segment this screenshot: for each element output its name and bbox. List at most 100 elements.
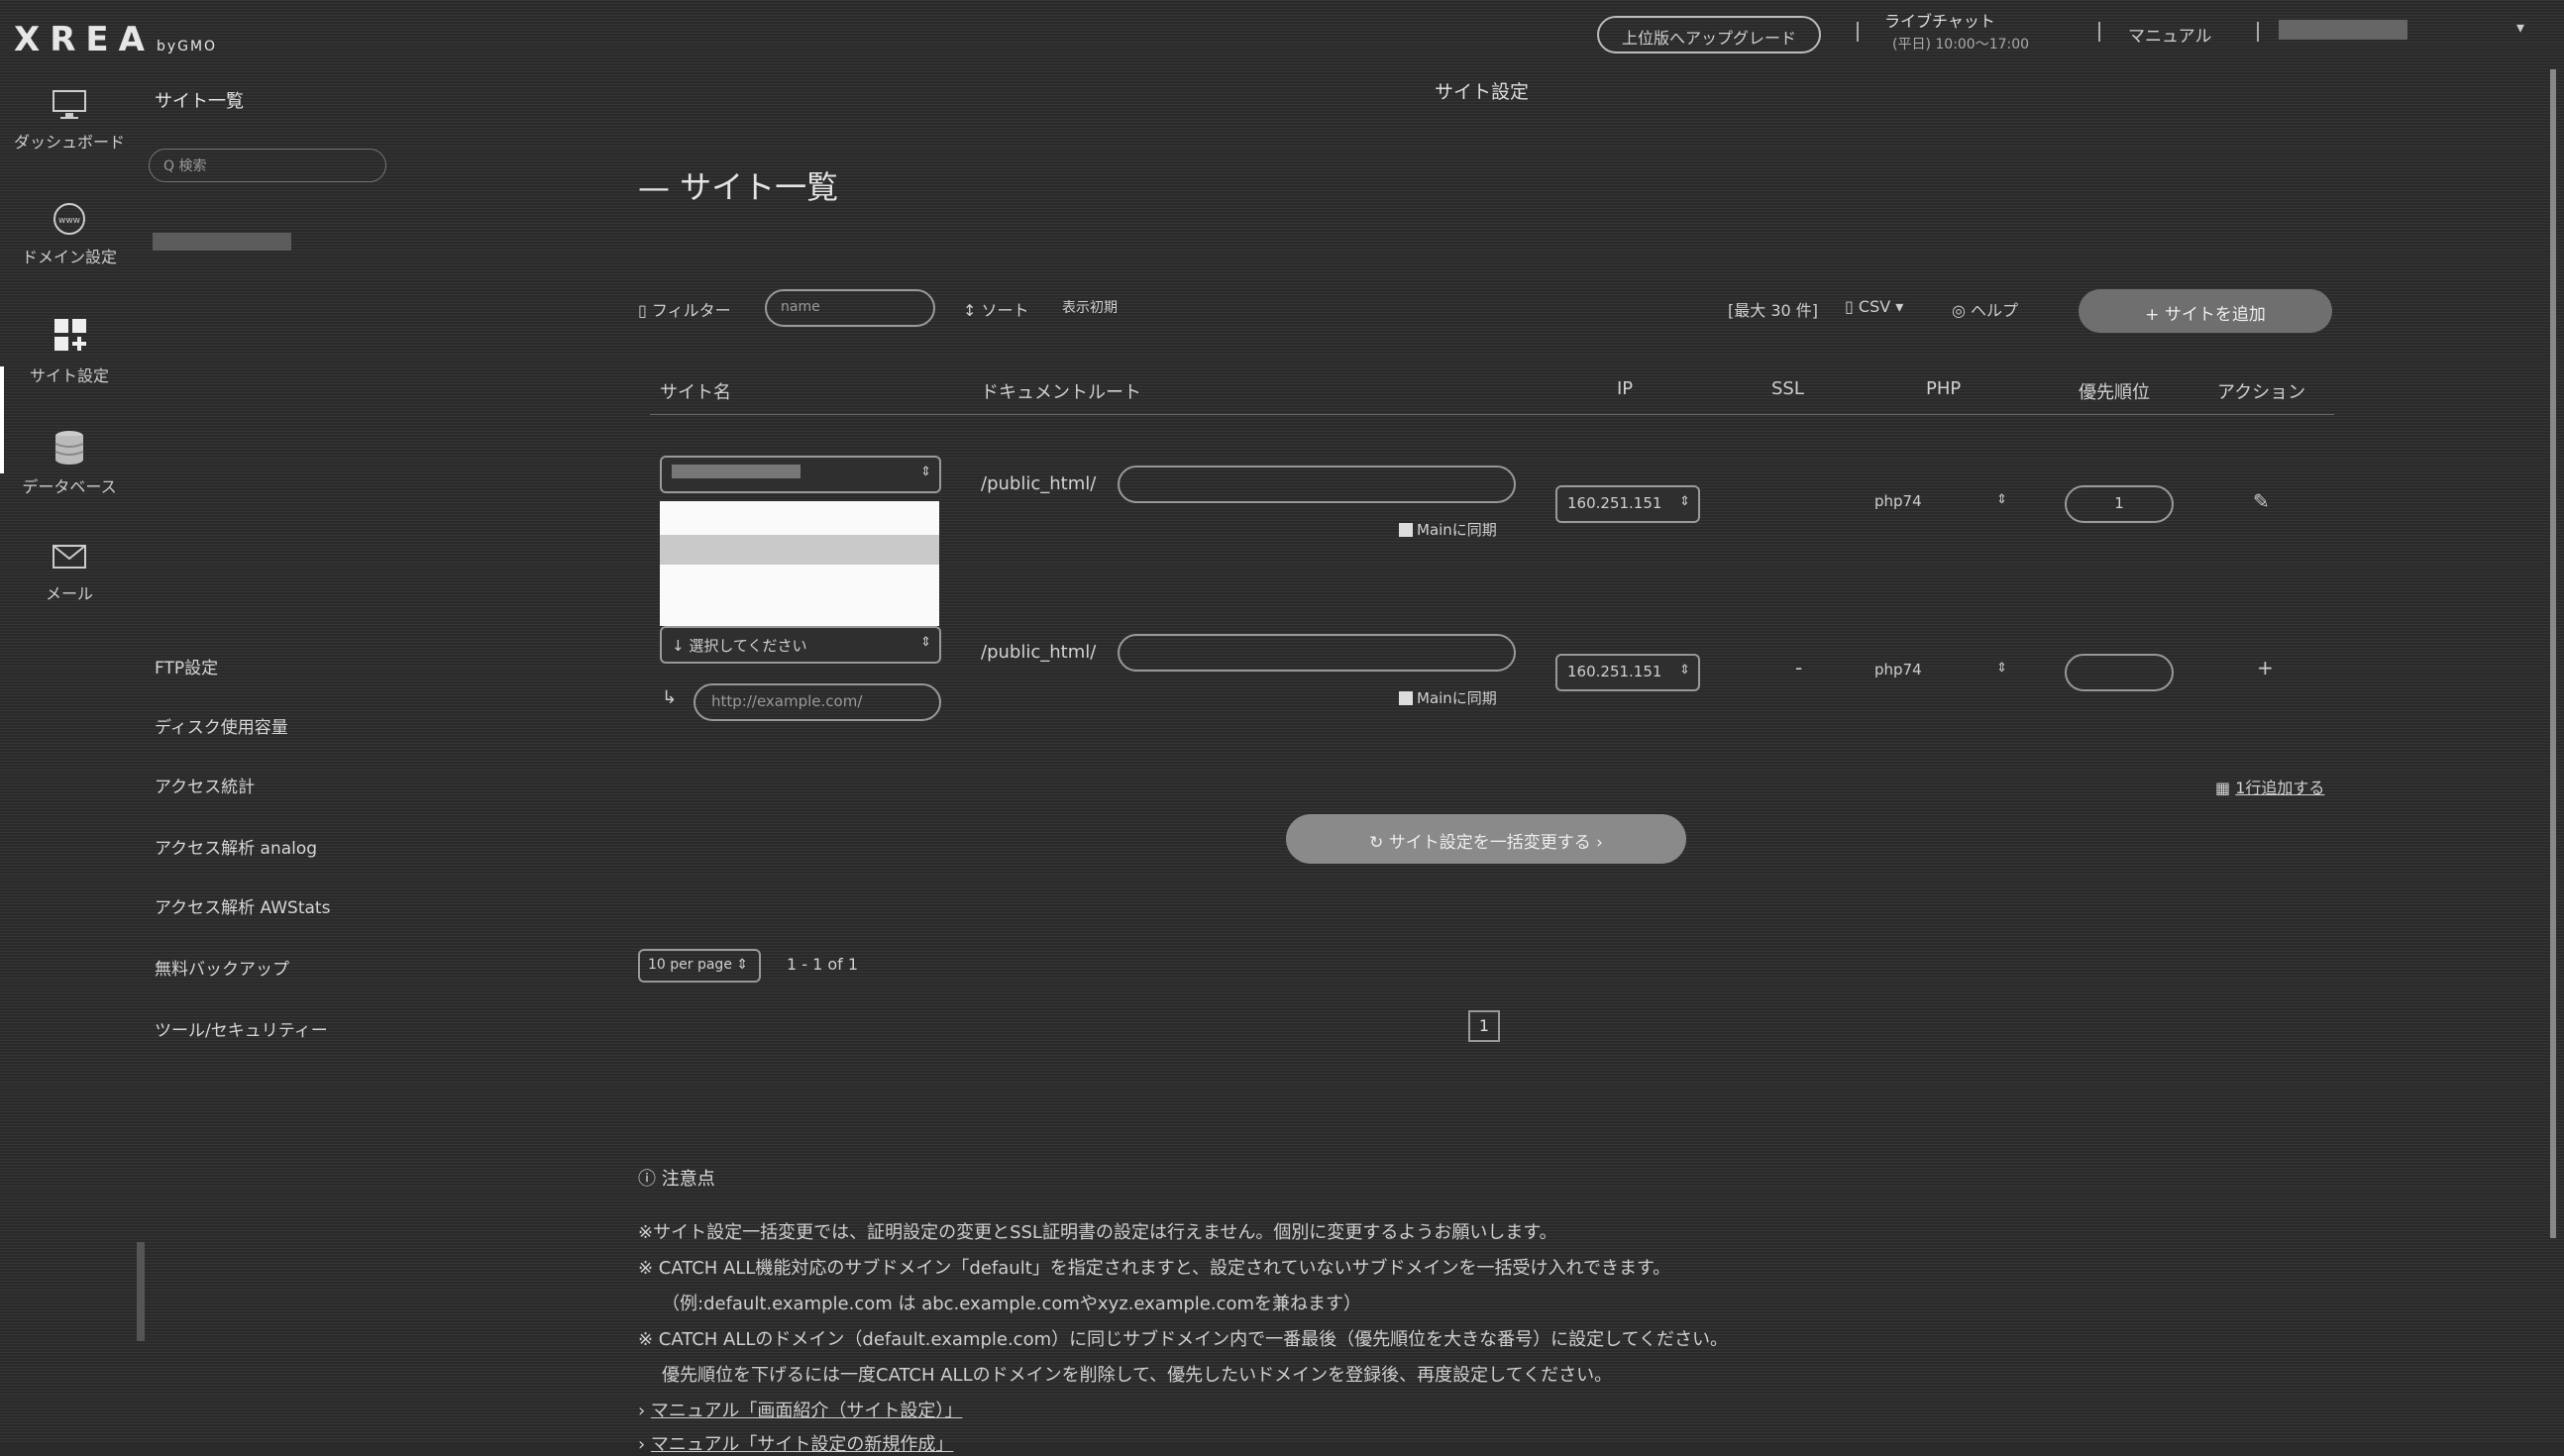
rail-item-site-settings[interactable]: サイト設定 xyxy=(0,317,139,386)
php-select[interactable]: php74 ⇕ xyxy=(1865,485,2015,523)
sync-main-checkbox[interactable]: Mainに同期 xyxy=(1399,519,1497,540)
top-bar: XREA byGMO 上位版へアップグレード ライブチャット (平日) 10:00… xyxy=(0,0,2564,69)
reset-view-button[interactable]: 表示初期 xyxy=(1062,297,1118,317)
account-menu[interactable] xyxy=(2279,20,2407,40)
note-line: ※ CATCH ALL機能対応のサブドメイン「default」を指定されますと、… xyxy=(638,1258,1671,1279)
mail-icon xyxy=(53,545,86,569)
sidenav-resize-handle[interactable] xyxy=(137,1242,145,1341)
ip-select[interactable]: 160.251.151 ⇕ xyxy=(1555,654,1700,691)
sidenav-item-ftp[interactable]: FTP設定 xyxy=(155,654,218,678)
xrea-logo[interactable]: XREA byGMO xyxy=(14,20,217,59)
svg-text:www: www xyxy=(58,216,80,226)
doc-root-prefix: /public_html/ xyxy=(981,642,1097,663)
upgrade-button[interactable]: 上位版へアップグレード xyxy=(1597,16,1821,53)
icon-rail: ダッシュボード www ドメイン設定 サイト設定 データベース メール xyxy=(0,69,139,1442)
sidenav-item-disk-usage[interactable]: ディスク使用容量 xyxy=(155,713,288,738)
per-page-select[interactable]: 10 per page ⇕ xyxy=(638,949,761,983)
divider xyxy=(2098,22,2100,42)
checkbox-icon xyxy=(1399,523,1413,537)
column-document-root[interactable]: ドキュメントルート xyxy=(981,378,1141,404)
manual-link[interactable]: マニュアル xyxy=(2128,22,2212,47)
column-ssl[interactable]: SSL xyxy=(1771,378,1804,399)
sidenav-title[interactable]: サイト一覧 xyxy=(155,87,244,113)
ip-select[interactable]: 160.251.151 ⇕ xyxy=(1555,485,1700,523)
select-arrow-icon: ⇕ xyxy=(1996,492,2007,507)
column-ip[interactable]: IP xyxy=(1617,378,1633,399)
note-line: ※サイト設定一括変更では、証明設定の変更とSSL証明書の設定は行えません。個別に… xyxy=(638,1222,1557,1243)
ssl-value: - xyxy=(1795,656,1803,679)
table-header-divider xyxy=(650,414,2334,415)
url-input[interactable]: http://example.com/ xyxy=(694,683,941,721)
pagination-range: 1 - 1 of 1 xyxy=(787,955,859,974)
www-globe-icon: www xyxy=(53,203,85,235)
site-name-dropdown[interactable] xyxy=(660,501,939,626)
site-name-select[interactable]: ⇕ xyxy=(660,456,941,493)
rail-label: メール xyxy=(45,584,93,603)
add-row-icon[interactable]: + xyxy=(2257,656,2274,679)
bulk-select-limit[interactable]: [最大 30 件] xyxy=(1728,297,1818,321)
sync-main-checkbox[interactable]: Mainに同期 xyxy=(1399,687,1497,708)
rail-item-database[interactable]: データベース xyxy=(0,430,139,497)
manual-link-screen[interactable]: › マニュアル「画面紹介（サイト設定）」 xyxy=(638,1397,962,1422)
rail-item-dashboard[interactable]: ダッシュボード xyxy=(0,89,139,153)
section-title: サイト設定 xyxy=(1435,81,1530,103)
priority-input[interactable] xyxy=(2065,654,2174,691)
sidenav-item-awstats[interactable]: アクセス解析 AWStats xyxy=(155,893,330,918)
add-site-button[interactable]: + サイトを追加 xyxy=(2079,289,2332,333)
rail-item-domain[interactable]: www ドメイン設定 xyxy=(0,202,139,267)
select-arrow-icon: ⇕ xyxy=(920,465,931,479)
select-arrow-icon: ⇕ xyxy=(1679,663,1690,677)
add-row-link[interactable]: ▦ 1行追加する xyxy=(2215,775,2324,798)
sidenav-item-backup[interactable]: 無料バックアップ xyxy=(155,955,289,980)
site-grid-icon xyxy=(54,319,86,351)
doc-root-input[interactable] xyxy=(1118,634,1516,672)
checkbox-icon xyxy=(1399,691,1413,705)
sort-button[interactable]: ↕ ソート xyxy=(963,297,1029,321)
doc-root-prefix: /public_html/ xyxy=(981,473,1097,494)
sidenav-item-analog[interactable]: アクセス解析 analog xyxy=(155,834,317,859)
notes-title: ⓘ 注意点 xyxy=(638,1169,715,1190)
redirect-icon: ↳ xyxy=(662,687,678,708)
site-list-item[interactable] xyxy=(153,233,291,251)
sidenav-item-access-stats[interactable]: アクセス統計 xyxy=(155,773,255,797)
select-arrow-icon: ⇕ xyxy=(1679,494,1690,509)
select-arrow-icon: ⇕ xyxy=(1996,661,2007,676)
rail-label: ドメイン設定 xyxy=(21,248,117,266)
column-site-name[interactable]: サイト名 xyxy=(660,378,731,404)
column-priority[interactable]: 優先順位 xyxy=(2079,378,2150,404)
page-title: — サイト一覧 xyxy=(638,168,839,206)
side-nav: サイト一覧 Q 検索 FTP設定 ディスク使用容量 アクセス統計 アクセス解析 … xyxy=(139,69,406,1442)
dropdown-option[interactable] xyxy=(660,535,939,565)
page-button[interactable]: 1 xyxy=(1468,1010,1500,1042)
sidenav-search-input[interactable]: Q 検索 xyxy=(149,149,386,182)
csv-menu[interactable]: ▯ CSV ▾ xyxy=(1845,297,1903,316)
rail-label: サイト設定 xyxy=(29,366,109,385)
note-line: ※ CATCH ALLのドメイン（default.example.com）に同じ… xyxy=(638,1329,1729,1350)
help-button[interactable]: ◎ ヘルプ xyxy=(1952,297,2018,321)
php-select[interactable]: php74 ⇕ xyxy=(1865,654,2015,691)
column-action[interactable]: アクション xyxy=(2217,378,2305,404)
divider xyxy=(1857,22,1859,42)
edit-icon[interactable]: ✎ xyxy=(2253,489,2270,513)
sidenav-item-tools-security[interactable]: ツール/セキュリティー xyxy=(155,1016,328,1041)
priority-input[interactable]: 1 xyxy=(2065,485,2174,523)
select-arrow-icon: ⇕ xyxy=(920,635,931,650)
rail-label: ダッシュボード xyxy=(13,133,125,152)
note-line: 優先順位を下げるには一度CATCH ALLのドメインを削除して、優先したいドメイ… xyxy=(662,1365,1613,1386)
site-name-select[interactable]: ↓ 選択してください ⇕ xyxy=(660,626,941,664)
manual-link-create[interactable]: › マニュアル「サイト設定の新規作成」 xyxy=(638,1430,953,1456)
divider xyxy=(2257,22,2259,42)
chevron-down-icon[interactable]: ▾ xyxy=(2516,18,2524,37)
filter-input[interactable]: name xyxy=(765,289,935,327)
live-chat-link[interactable]: ライブチャット xyxy=(1884,8,1995,32)
bulk-update-button[interactable]: ↻ サイト設定を一括変更する › xyxy=(1286,814,1686,864)
rail-label: データベース xyxy=(22,477,117,496)
column-php[interactable]: PHP xyxy=(1926,378,1961,399)
filter-label: ▯ フィルター xyxy=(638,301,731,320)
note-line: （例:default.example.com は abc.example.com… xyxy=(662,1294,1362,1314)
database-icon xyxy=(54,431,84,465)
monitor-icon xyxy=(53,90,86,119)
page-scrollbar[interactable] xyxy=(2550,69,2556,1238)
rail-item-mail[interactable]: メール xyxy=(0,543,139,604)
doc-root-input[interactable] xyxy=(1118,466,1516,503)
